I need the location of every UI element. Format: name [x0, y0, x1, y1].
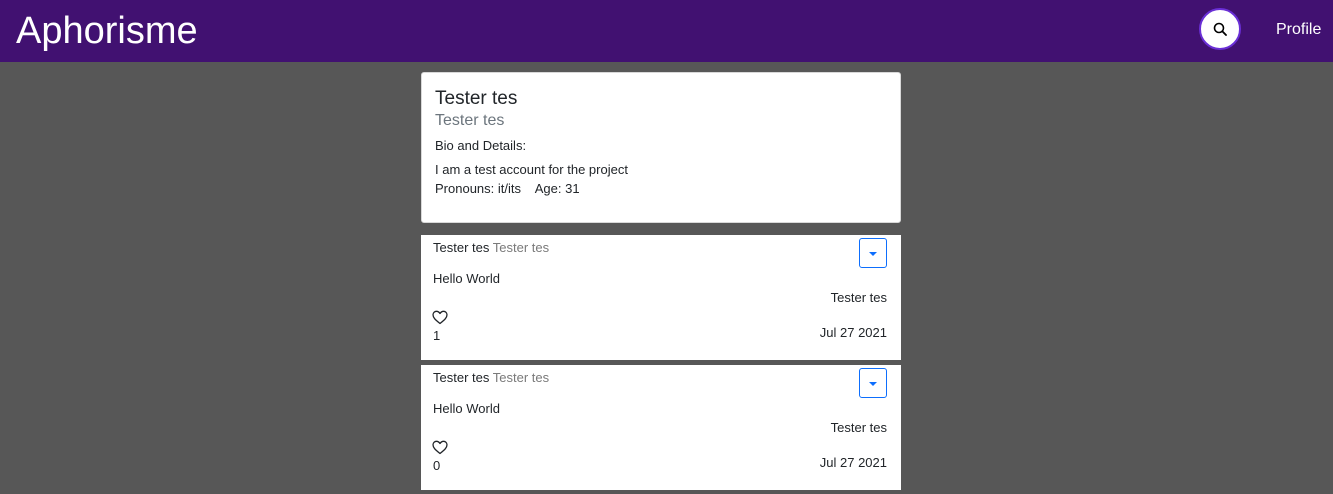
age-text: Age: 31 [534, 181, 580, 196]
top-navbar: Aphorisme Profile [0, 0, 1333, 62]
post-author-handle: Tester tes [492, 240, 550, 255]
profile-card: Tester tes Tester tes Bio and Details: I… [421, 72, 901, 223]
post-card: Tester tes Tester tes Hello World Tester… [421, 235, 901, 360]
post-author-handle: Tester tes [492, 370, 550, 385]
profile-name: Tester tes [435, 88, 518, 109]
post-content: Hello World [433, 401, 500, 416]
like-count: 1 [433, 328, 441, 343]
post-author-name[interactable]: Tester tes [433, 240, 489, 255]
caret-down-icon [869, 382, 877, 386]
app-brand[interactable]: Aphorisme [16, 9, 198, 53]
post-content: Hello World [433, 271, 500, 286]
search-button[interactable] [1199, 8, 1241, 50]
post-signature: Tester tes [830, 420, 887, 435]
profile-link[interactable]: Profile [1276, 21, 1321, 39]
caret-down-icon [869, 252, 877, 256]
heart-icon[interactable] [432, 310, 448, 325]
post-author: Tester tes Tester tes [433, 240, 549, 255]
bio-text: I am a test account for the project [435, 162, 628, 177]
post-options-dropdown[interactable] [859, 238, 887, 268]
profile-details: Pronouns: it/its Age: 31 [435, 181, 580, 196]
post-options-dropdown[interactable] [859, 368, 887, 398]
post-card: Tester tes Tester tes Hello World Tester… [421, 365, 901, 490]
post-date: Jul 27 2021 [819, 325, 887, 340]
search-icon [1213, 22, 1227, 36]
post-author: Tester tes Tester tes [433, 370, 549, 385]
profile-handle: Tester tes [435, 112, 505, 129]
bio-label: Bio and Details: [435, 138, 527, 153]
post-date: Jul 27 2021 [819, 455, 887, 470]
post-author-name[interactable]: Tester tes [433, 370, 489, 385]
pronouns-text: Pronouns: it/its [435, 181, 521, 196]
like-count: 0 [433, 458, 441, 473]
heart-icon[interactable] [432, 440, 448, 455]
post-signature: Tester tes [830, 290, 887, 305]
